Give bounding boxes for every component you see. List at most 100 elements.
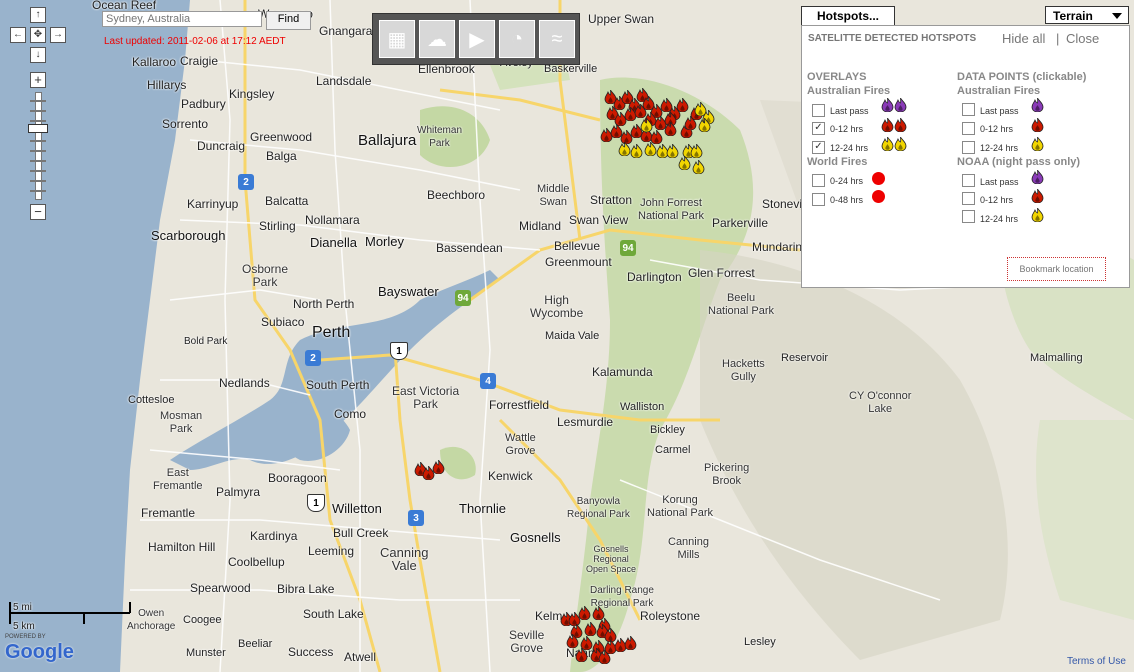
fire-legend-icon: [1031, 188, 1044, 204]
data-noaa-last-pass-checkbox[interactable]: [962, 174, 975, 187]
map-label: Upper Swan: [588, 12, 655, 26]
map-label: Roleystone: [640, 609, 701, 623]
map-label: Padbury: [181, 97, 226, 111]
map-label: Canning Mills: [668, 536, 709, 561]
powered-by-text: POWERED BY: [5, 634, 46, 640]
map-label: Bold Park: [184, 336, 228, 347]
data-points-heading: DATA POINTS (clickable): [957, 71, 1087, 83]
map-label: Fremantle: [141, 506, 196, 520]
map-label: Duncraig: [197, 139, 246, 153]
cloud-toggle-button[interactable]: ☁: [419, 20, 455, 58]
bookmark-location-button[interactable]: Bookmark location: [1007, 257, 1106, 281]
data-noaa-0-12-checkbox[interactable]: [962, 192, 975, 205]
rss-toggle-button[interactable]: ◔: [499, 20, 535, 58]
map-label: Willetton: [332, 501, 382, 516]
location-search-input[interactable]: [102, 11, 262, 27]
zoom-slider-thumb[interactable]: [28, 124, 48, 133]
map-label: Reservoir: [781, 352, 829, 364]
hide-all-link[interactable]: Hide all: [1002, 31, 1045, 46]
map-label: Hacketts Gully: [722, 358, 765, 383]
map-type-select[interactable]: Terrain: [1045, 6, 1129, 24]
map-label: Sorrento: [162, 117, 209, 131]
map-label: Spearwood: [190, 581, 251, 595]
map-label: Kelm: [535, 609, 563, 623]
separator: |: [1056, 31, 1060, 46]
find-button[interactable]: Find: [266, 11, 311, 30]
data-au-12-24-checkbox[interactable]: [962, 141, 975, 154]
zoom-out-button[interactable]: −: [30, 204, 46, 220]
zoom-tick: [30, 190, 46, 192]
map-label: Landsdale: [316, 74, 372, 88]
map-label: Lesley: [744, 636, 776, 648]
fire-marker-icon[interactable]: [664, 121, 677, 137]
fire-marker-icon[interactable]: [630, 143, 643, 159]
fire-marker-icon[interactable]: [598, 649, 611, 665]
fire-marker-icon[interactable]: [566, 633, 579, 649]
overlay-world-0-48-checkbox[interactable]: [812, 193, 825, 206]
map-label: East Fremantle: [153, 467, 203, 492]
map-label: Walliston: [620, 401, 665, 413]
fire-marker-icon[interactable]: [692, 159, 705, 175]
close-link[interactable]: Close: [1066, 31, 1099, 46]
hotspots-toggle-button[interactable]: Hotspots...: [801, 6, 895, 26]
fire-marker-icon[interactable]: [624, 635, 637, 651]
map-label: Kardinya: [250, 529, 298, 543]
map-label: Hillarys: [147, 78, 187, 92]
fire-marker-icon[interactable]: [432, 459, 445, 475]
fire-marker-icon[interactable]: [684, 115, 697, 131]
data-au-0-12-checkbox[interactable]: [962, 122, 975, 135]
zoom-slider-track[interactable]: [35, 92, 42, 200]
map-label: Mosman Park: [160, 410, 203, 435]
checkbox-label: 0-12 hrs: [980, 195, 1014, 205]
fire-marker-icon[interactable]: [640, 117, 653, 133]
map-label: Bull Creek: [333, 526, 389, 540]
map-label: Kallaroo: [132, 55, 177, 69]
map-label: Kingsley: [229, 87, 275, 101]
fire-marker-icon[interactable]: [676, 97, 689, 113]
terms-of-use-link[interactable]: Terms of Use: [1067, 656, 1126, 667]
fire-marker-icon[interactable]: [678, 155, 691, 171]
pan-right-button[interactable]: →: [50, 27, 66, 43]
fire-marker-icon[interactable]: [578, 605, 591, 621]
route-shield: 3: [408, 510, 424, 526]
map-label: Carmel: [655, 444, 691, 456]
map-label: Kenwick: [488, 469, 533, 483]
fire-marker-icon[interactable]: [575, 647, 588, 663]
fire-marker-icon[interactable]: [690, 143, 703, 159]
world-fires-heading: World Fires: [807, 156, 868, 168]
overlay-au-0-12-checkbox[interactable]: ✓: [812, 122, 825, 135]
zoom-tick: [30, 160, 46, 162]
noaa-heading: NOAA (night pass only): [957, 156, 1081, 168]
wave-toggle-button[interactable]: ≈: [539, 20, 575, 58]
map-label: Stratton: [590, 193, 633, 207]
map-label: Seville Grove: [509, 628, 545, 655]
video-toggle-button[interactable]: ▶: [459, 20, 495, 58]
fire-legend-icon: [881, 117, 894, 133]
map-label: Beechboro: [427, 188, 486, 202]
map-label: Gnangara: [319, 24, 373, 38]
zoom-in-button[interactable]: +: [30, 72, 46, 88]
overlay-world-0-24-checkbox[interactable]: [812, 174, 825, 187]
grid-toggle-button[interactable]: ▦: [379, 20, 415, 58]
map-label: Banyowla Regional Park: [567, 496, 630, 520]
overlay-au-last-pass-checkbox[interactable]: [812, 104, 825, 117]
map-label: Nedlands: [219, 376, 270, 390]
checkbox-label: 12-24 hrs: [980, 214, 1019, 224]
fire-legend-icon: [894, 117, 907, 133]
map-label: Malmalling: [1030, 352, 1083, 364]
checkbox-label: Last pass: [980, 106, 1019, 116]
data-noaa-12-24-checkbox[interactable]: [962, 210, 975, 223]
pan-up-button[interactable]: ↑: [30, 7, 46, 23]
map-label: Atwell: [344, 650, 377, 664]
pan-down-button[interactable]: ↓: [30, 47, 46, 63]
last-updated-text: Last updated: 2011-02-06 at 17:12 AEDT: [104, 36, 286, 47]
map-label: Balga: [266, 149, 297, 163]
route-shield: 1: [307, 494, 325, 512]
pan-left-button[interactable]: ←: [10, 27, 26, 43]
route-shield: 2: [238, 174, 254, 190]
fire-marker-icon[interactable]: [698, 117, 711, 133]
pan-center-button[interactable]: ✥: [30, 27, 46, 43]
data-au-last-pass-checkbox[interactable]: [962, 103, 975, 116]
map-label: Pickering Brook: [704, 462, 750, 487]
overlay-au-12-24-checkbox[interactable]: ✓: [812, 141, 825, 154]
